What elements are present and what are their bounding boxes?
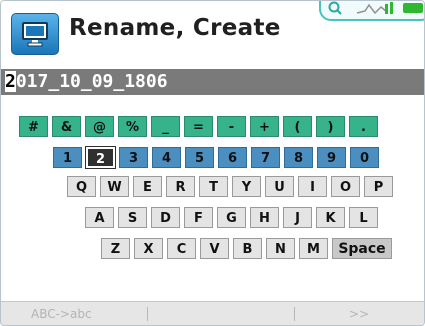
key-letter-g[interactable]: G [217,207,246,228]
softkey-divider [294,307,295,321]
status-indicators [319,1,424,21]
key-letter-f[interactable]: F [184,207,213,228]
key-symbol-3[interactable]: % [118,116,147,137]
key-letter-a[interactable]: A [85,207,114,228]
key-digit-7[interactable]: 7 [251,147,280,168]
key-space[interactable]: Space [332,238,392,259]
key-letter-c[interactable]: C [167,238,196,259]
on-screen-keyboard: # & @% _ = - +(). 1234567890 QWERTYUIOP ASDFGH… [1,116,424,271]
key-symbol-10[interactable]: . [349,116,378,137]
key-symbol-4[interactable]: _ [151,116,180,137]
key-letter-i[interactable]: I [298,176,327,197]
monitor-icon [11,13,59,55]
dialog-title: Rename, Create [69,15,281,41]
key-letter-n[interactable]: N [266,238,295,259]
softkey-next[interactable]: >> [349,302,369,325]
filename-input[interactable]: 2017_10_09_1806 [5,69,415,95]
title-bar: Rename, Create [1,1,424,57]
key-letter-b[interactable]: B [233,238,262,259]
key-digit-0[interactable]: 0 [350,147,379,168]
key-symbol-8[interactable]: ( [283,116,312,137]
key-digit-9[interactable]: 9 [317,147,346,168]
key-letter-u[interactable]: U [265,176,294,197]
text-cursor: 2 [5,71,16,92]
key-letter-e[interactable]: E [133,176,162,197]
key-letter-h[interactable]: H [250,207,279,228]
key-letter-j[interactable]: J [283,207,312,228]
key-letter-d[interactable]: D [151,207,180,228]
key-digit-3[interactable]: 3 [119,147,148,168]
key-letter-s[interactable]: S [118,207,147,228]
key-letter-o[interactable]: O [331,176,360,197]
filename-text: 017_10_09_1806 [15,71,168,92]
zxcv-key-row: Z X C V B N M Space [101,238,392,259]
key-letter-y[interactable]: Y [232,176,261,197]
search-icon [328,1,342,15]
key-symbol-1[interactable]: & [52,116,81,137]
key-symbol-2[interactable]: @ [85,116,114,137]
softkey-case-toggle[interactable]: ABC->abc [31,302,92,325]
key-letter-w[interactable]: W [100,176,129,197]
asdf-key-row: ASDFGHJKL [85,207,378,228]
key-letter-p[interactable]: P [364,176,393,197]
key-letter-t[interactable]: T [199,176,228,197]
key-letter-v[interactable]: V [200,238,229,259]
key-digit-6[interactable]: 6 [218,147,247,168]
battery-icon [403,3,423,13]
signal-icon [356,2,393,15]
qwerty-key-row: QWERTYUIOP [67,176,393,197]
key-letter-q[interactable]: Q [67,176,96,197]
key-symbol-9[interactable]: ) [316,116,345,137]
key-digit-8[interactable]: 8 [284,147,313,168]
softkey-divider [147,307,148,321]
key-digit-1[interactable]: 1 [53,147,82,168]
key-symbol-5[interactable]: = [184,116,213,137]
key-letter-m[interactable]: M [299,238,328,259]
dialog-frame: Rename, Create 2017_10_09_1806 # & @% _ = - +(… [0,0,425,326]
key-digit-5[interactable]: 5 [185,147,214,168]
key-letter-k[interactable]: K [316,207,345,228]
softkey-bar: ABC->abc >> [1,301,424,325]
filename-field[interactable]: 2017_10_09_1806 [1,69,424,95]
key-symbol-7[interactable]: + [250,116,279,137]
symbol-key-row: # & @% _ = - +(). [19,116,378,137]
number-key-row: 1234567890 [53,146,379,169]
key-letter-l[interactable]: L [349,207,378,228]
key-symbol-0[interactable]: # [19,116,48,137]
key-letter-z[interactable]: Z [101,238,130,259]
key-digit-2[interactable]: 2 [85,146,116,169]
key-letter-x[interactable]: X [134,238,163,259]
key-digit-4[interactable]: 4 [152,147,181,168]
key-letter-r[interactable]: R [166,176,195,197]
key-symbol-6[interactable]: - [217,116,246,137]
